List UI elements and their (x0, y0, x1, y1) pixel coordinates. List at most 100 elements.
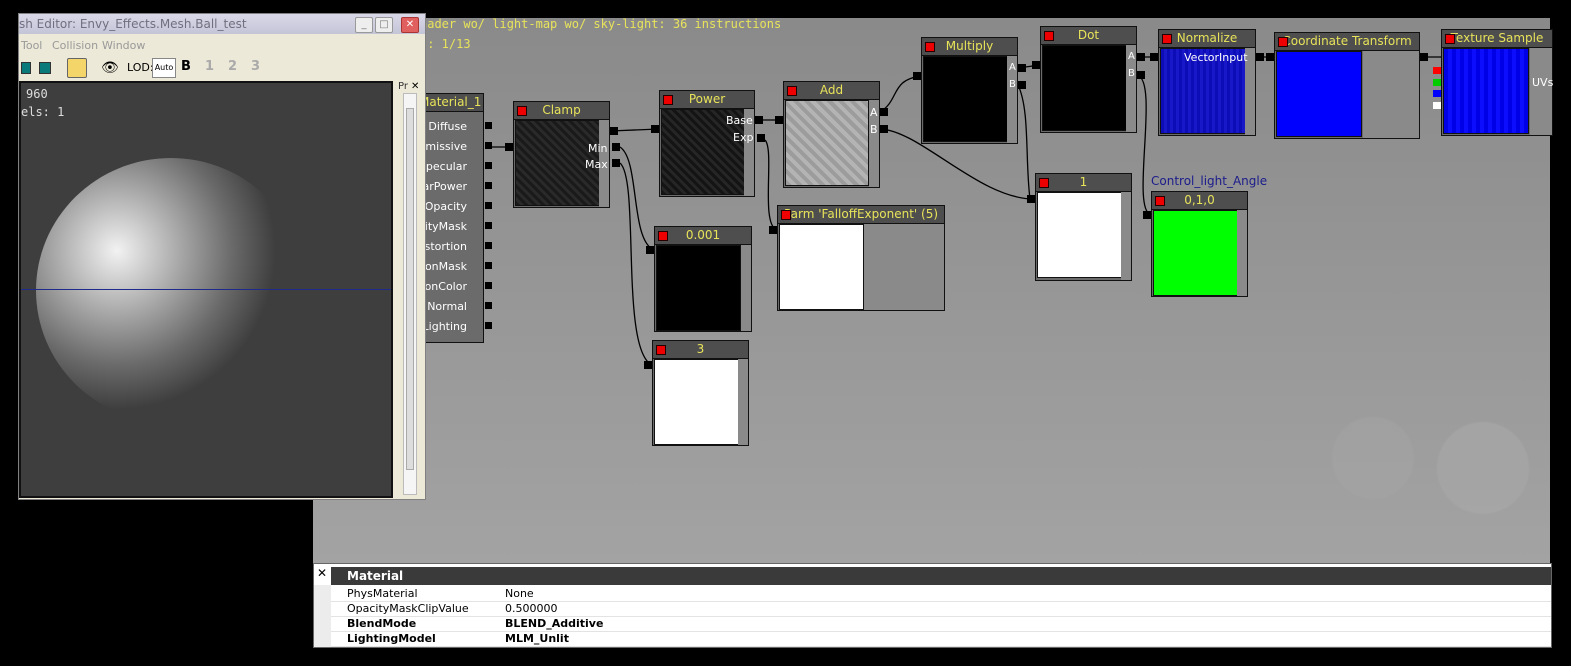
multiply-pin-a[interactable]: A (1009, 62, 1016, 73)
wireframe-icon[interactable] (39, 62, 51, 74)
properties-category-header[interactable]: Material (331, 567, 1551, 585)
property-value[interactable]: 0.500000 (505, 601, 558, 616)
preview-toggle-icon[interactable] (663, 95, 673, 105)
panel-close-icon[interactable]: ✕ (411, 81, 419, 92)
pin-opacity[interactable]: Opacity (425, 200, 467, 213)
panel-scrollbar[interactable] (403, 93, 417, 495)
texture-sample-pin-uvs[interactable]: UVs (1532, 76, 1553, 89)
multiply-pin-b[interactable]: B (1009, 79, 1016, 90)
dot-preview (1042, 45, 1127, 131)
property-value[interactable]: BLEND_Additive (505, 616, 603, 631)
properties-tab[interactable]: Pr (398, 81, 408, 92)
constant-0001-node[interactable]: 0.001 (654, 226, 752, 332)
preview-toggle-icon[interactable] (517, 106, 527, 116)
pin-nub[interactable] (485, 262, 492, 269)
scrollbar-thumb[interactable] (406, 108, 414, 470)
clamp-node[interactable]: Clamp Min Max (513, 101, 610, 208)
texture-sample-preview (1443, 48, 1529, 134)
lod-2-button[interactable]: 2 (228, 59, 237, 74)
constant-3-node[interactable]: 3 (652, 340, 749, 446)
clamp-pin-min[interactable]: Min (588, 142, 608, 155)
maximize-button[interactable]: □ (375, 17, 393, 33)
menu-collision[interactable]: Collision (52, 39, 98, 52)
dot-pin-a[interactable]: A (1128, 51, 1135, 62)
property-value[interactable]: MLM_Unlit (505, 631, 569, 646)
preview-toggle-icon[interactable] (925, 42, 935, 52)
properties-close-icon[interactable]: ✕ (317, 566, 327, 580)
multiply-node[interactable]: Multiply A B (921, 37, 1018, 144)
property-key: PhysMaterial (347, 587, 418, 600)
view-mode-icon[interactable] (21, 62, 31, 74)
channel-blue-pin[interactable] (1433, 90, 1441, 97)
pin-nub[interactable] (485, 302, 492, 309)
eye-icon[interactable]: 👁 (101, 60, 119, 76)
pin-diffuse[interactable]: Diffuse (428, 120, 467, 133)
add-pin-b[interactable]: B (870, 123, 878, 136)
pin-normal[interactable]: Normal (427, 300, 467, 313)
normalize-node[interactable]: Normalize VectorInput (1158, 29, 1256, 136)
normalize-pin-vectorinput[interactable]: VectorInput (1184, 51, 1248, 64)
pin-nub[interactable] (485, 182, 492, 189)
pin-nub[interactable] (485, 322, 492, 329)
lod-1-button[interactable]: 1 (205, 59, 214, 74)
pin-nub[interactable] (485, 222, 492, 229)
add-node[interactable]: Add A B (783, 81, 880, 188)
pin-specular[interactable]: Specular (419, 160, 467, 173)
property-key: OpacityMaskClipValue (347, 602, 469, 615)
channel-alpha-pin[interactable] (1433, 102, 1441, 109)
power-pin-exp[interactable]: Exp (733, 131, 753, 144)
preview-toggle-icon[interactable] (781, 210, 791, 220)
lod-auto-button[interactable]: Auto (152, 58, 176, 78)
pin-nub[interactable] (485, 122, 492, 129)
pin-nub[interactable] (485, 242, 492, 249)
preview-toggle-icon[interactable] (1039, 178, 1049, 188)
preview-toggle-icon[interactable] (658, 231, 668, 241)
viewport-stats: els: 1 (21, 105, 65, 119)
preview-toggle-icon[interactable] (1044, 31, 1054, 41)
pin-nub[interactable] (485, 162, 492, 169)
menu-window[interactable]: Window (102, 39, 145, 52)
base-lod-button[interactable]: B (181, 59, 191, 74)
texture-sample-node[interactable]: Texture Sample UVs (1441, 29, 1553, 136)
channel-red-pin[interactable] (1433, 67, 1441, 74)
lod-label: LOD: (127, 61, 154, 74)
menu-tool[interactable]: Tool (21, 39, 42, 52)
lock-icon[interactable] (67, 58, 87, 78)
add-pin-a[interactable]: A (870, 106, 878, 119)
preview-toggle-icon[interactable] (787, 86, 797, 96)
falloff-exponent-param-node[interactable]: Parm 'FalloffExponent' (5) (777, 205, 945, 311)
pin-nub[interactable] (485, 282, 492, 289)
property-row[interactable]: BlendMode BLEND_Additive (331, 616, 1551, 632)
dot-node[interactable]: Dot A B (1040, 26, 1137, 133)
property-row[interactable]: OpacityMaskClipValue 0.500000 (331, 601, 1551, 617)
preview-toggle-icon[interactable] (656, 345, 666, 355)
properties-gutter (314, 585, 331, 647)
clamp-pin-max[interactable]: Max (585, 158, 608, 171)
static-mesh-editor-window[interactable]: sh Editor: Envy_Effects.Mesh.Ball_test _… (18, 13, 426, 500)
close-button[interactable]: ✕ (401, 17, 419, 33)
vector-param-node[interactable]: 0,1,0 (1151, 191, 1248, 297)
falloff-exponent-preview (779, 224, 864, 310)
preview-toggle-icon[interactable] (1278, 37, 1288, 47)
property-row[interactable]: LightingModel MLM_Unlit (331, 631, 1551, 647)
property-value[interactable]: None (505, 586, 534, 601)
pin-nub[interactable] (485, 202, 492, 209)
dot-pin-b[interactable]: B (1128, 68, 1135, 79)
properties-side-panel[interactable]: Pr ✕ (395, 81, 421, 495)
multiply-title-text: Multiply (945, 39, 994, 53)
constant-1-title: 1 (1036, 174, 1131, 192)
preview-toggle-icon[interactable] (1445, 34, 1455, 44)
texture-sample-title: Texture Sample (1442, 30, 1552, 48)
preview-toggle-icon[interactable] (1155, 196, 1165, 206)
constant-1-node[interactable]: 1 (1035, 173, 1132, 281)
power-pin-base[interactable]: Base (726, 114, 753, 127)
channel-green-pin[interactable] (1433, 79, 1441, 86)
property-row[interactable]: PhysMaterial None (331, 586, 1551, 602)
coordinate-transform-node[interactable]: Coordinate Transform (1274, 32, 1420, 139)
mesh-viewport[interactable]: 960 els: 1 (19, 81, 393, 498)
lod-3-button[interactable]: 3 (251, 59, 260, 74)
minimize-button[interactable]: _ (355, 17, 373, 33)
preview-toggle-icon[interactable] (1162, 34, 1172, 44)
vector-param-title-text: 0,1,0 (1184, 193, 1215, 207)
pin-nub[interactable] (485, 142, 492, 149)
